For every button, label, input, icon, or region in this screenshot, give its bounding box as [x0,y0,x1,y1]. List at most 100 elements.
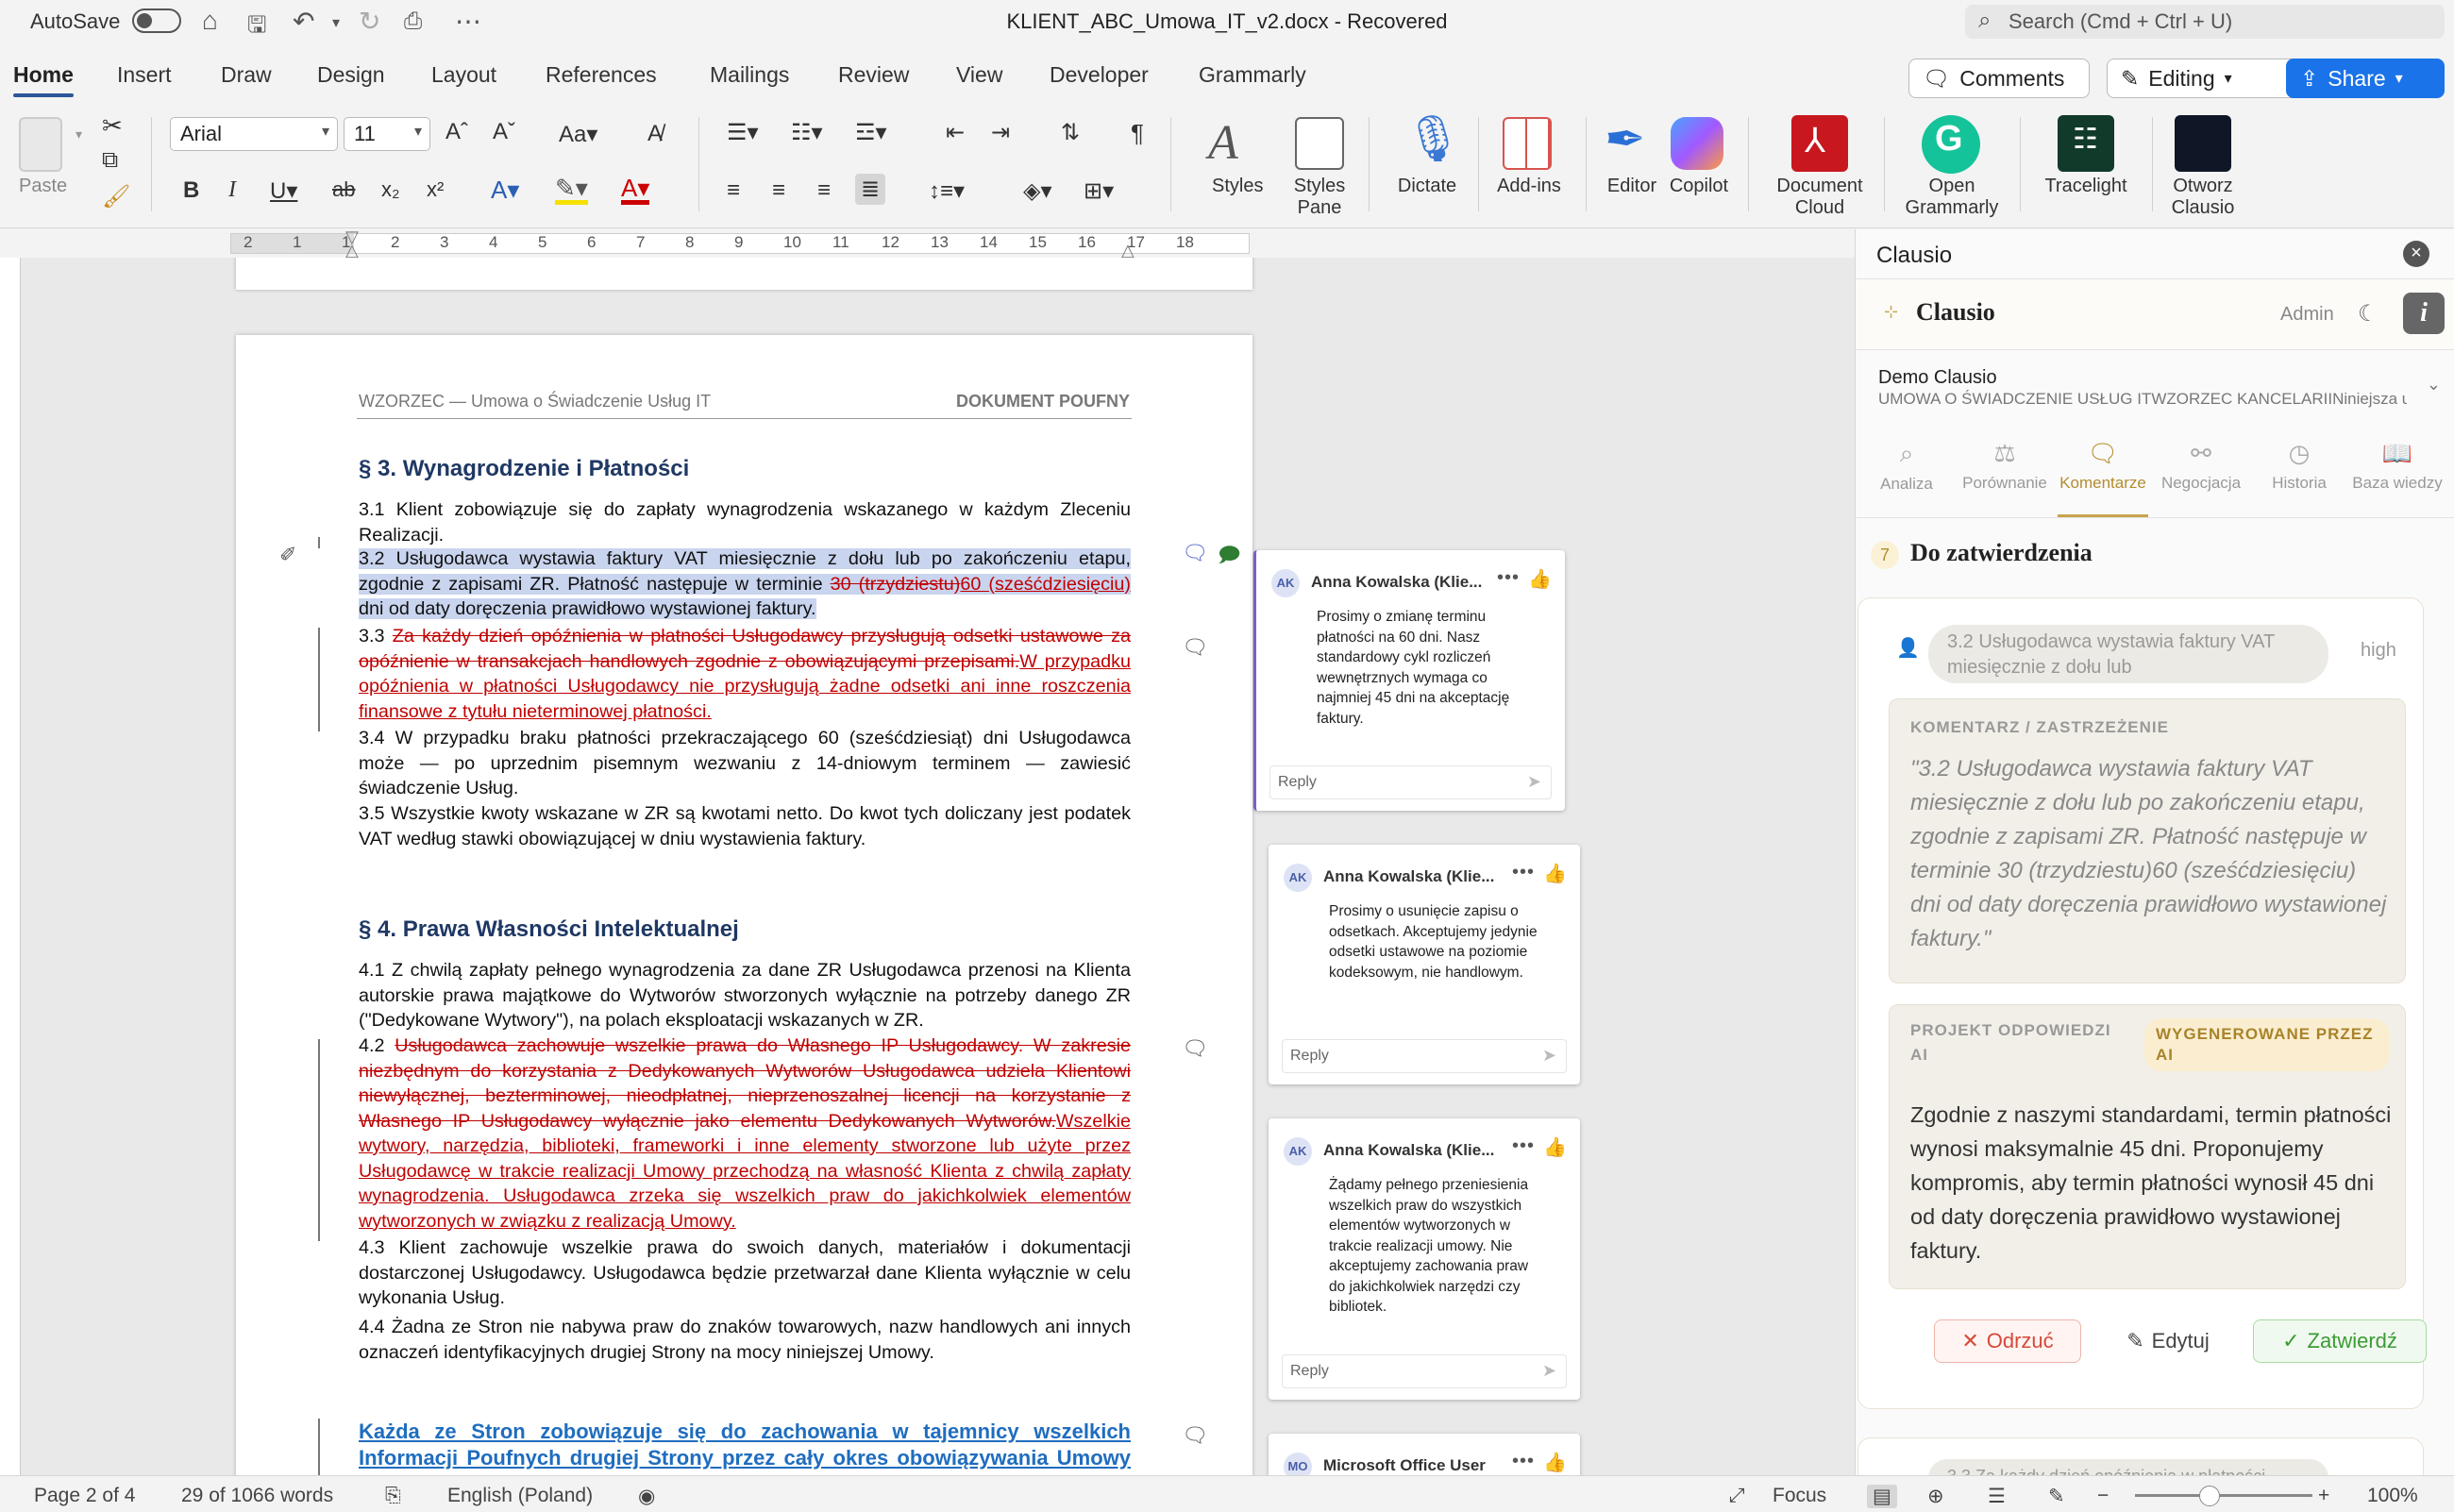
language[interactable]: English (Poland) [447,1485,593,1507]
send-icon[interactable]: ➤ [1542,1046,1556,1066]
like-icon[interactable]: 👍 [1543,862,1567,885]
outline-icon[interactable]: ☰ [1988,1485,2006,1508]
tab-review[interactable]: Review [838,62,909,88]
tab-historia[interactable]: ◷ Historia [2250,439,2348,493]
more-icon[interactable]: ••• [1497,567,1520,589]
word-count[interactable]: 29 of 1066 words [181,1485,333,1507]
reject-button[interactable]: ✕ Odrzuć [1934,1319,2081,1363]
comment-marker-icon[interactable]: 🗨 [1182,1423,1208,1448]
chevron-down-icon[interactable]: ⌄ [2427,375,2441,395]
zoom-slider-thumb[interactable] [2198,1486,2220,1506]
clause-4-1[interactable]: 4.1 Z chwilą zapłaty pełnego wynagrodzen… [359,958,1131,1033]
borders-icon[interactable]: ⊞▾ [1084,177,1114,205]
print-layout-icon[interactable]: ▤ [1867,1485,1897,1508]
comment-marker-icon[interactable]: 🗨 [1182,541,1208,565]
tab-baza-wiedzy[interactable]: 📖 Baza wiedzy [2348,439,2446,493]
redo-icon[interactable]: ↻ [359,6,380,37]
reply-field[interactable]: Reply ➤ [1269,765,1552,799]
tab-analiza[interactable]: ⌕ Analiza [1857,439,1956,494]
multilevel-list-icon[interactable]: ☲▾ [855,119,887,146]
comment-card[interactable]: AK Anna Kowalska (Klie... ••• 👍 Prosimy … [1269,845,1580,1084]
document-page[interactable]: WZORZEC — Umowa o Świadczenie Usług IT D… [236,335,1252,1475]
print-icon[interactable]: ⎙ [404,8,422,35]
align-right-icon[interactable]: ≡ [817,177,831,204]
undo-chevron-icon[interactable]: ▾ [332,13,340,32]
highlight-icon[interactable]: ✎▾ [555,176,588,205]
zoom-out-icon[interactable]: − [2097,1485,2109,1507]
clausio-app-icon[interactable] [2175,115,2231,172]
comment-card[interactable]: AK Anna Kowalska (Klie... ••• 👍 Żądamy p… [1269,1118,1580,1400]
accessibility-icon[interactable]: ◉ [638,1485,655,1508]
tab-view[interactable]: View [956,62,1002,88]
zoom-level[interactable]: 100% [2367,1485,2418,1507]
clause-3-2[interactable]: 3.2 Usługodawca wystawia faktury VAT mie… [359,546,1131,622]
decrease-indent-icon[interactable]: ⇤ [946,119,965,146]
paste-icon[interactable] [19,117,62,172]
edit-button[interactable]: ✎ Edytuj [2102,1319,2234,1363]
reply-field[interactable]: Reply ➤ [1282,1039,1567,1073]
microphone-icon[interactable]: 🎙 [1404,111,1462,165]
tab-home[interactable]: Home [13,62,74,97]
shading-icon[interactable]: ◈▾ [1023,177,1052,205]
like-icon[interactable]: 👍 [1528,567,1552,591]
focus-icon[interactable]: ⤢ [1729,1485,1745,1507]
subscript-icon[interactable]: x₂ [381,177,400,202]
addins-icon[interactable] [1503,117,1552,170]
share-button[interactable]: ⇪ Share ▾ [2286,59,2445,98]
strikethrough-icon[interactable]: ab [332,177,355,202]
tab-references[interactable]: References [546,62,657,88]
format-painter-icon[interactable]: 🖌 [102,183,130,210]
search-box[interactable]: ⌕ [1965,5,2445,39]
search-input[interactable] [2009,8,2424,35]
grow-font-icon[interactable]: Aˆ [445,119,468,145]
reply-field[interactable]: Reply ➤ [1282,1354,1567,1388]
web-layout-icon[interactable]: ⊕ [1927,1485,1944,1508]
cut-icon[interactable]: ✂ [102,111,123,141]
comment-card[interactable]: AK Anna Kowalska (Klie... ••• 👍 Prosimy … [1253,550,1565,811]
font-name-select[interactable]: Arial ▾ [170,117,338,151]
copilot-icon[interactable] [1671,117,1723,170]
comment-marker-icon[interactable]: 🗨 [1182,1036,1208,1061]
align-left-icon[interactable]: ≡ [727,177,740,204]
like-icon[interactable]: 👍 [1543,1135,1567,1159]
confidentiality-clause[interactable]: Każda ze Stron zobowiązuje się do zachow… [359,1419,1131,1475]
clause-3-5[interactable]: 3.5 Wszystkie kwoty wskazane w ZR są kwo… [359,801,1131,851]
bullets-icon[interactable]: ☰▾ [727,119,759,146]
editing-button[interactable]: ✎ Editing ▾ [2107,59,2309,98]
tab-grammarly[interactable]: Grammarly [1199,62,1306,88]
previous-page[interactable] [236,258,1252,290]
comments-button[interactable]: 🗨 Comments [1908,59,2090,98]
align-center-icon[interactable]: ≡ [772,177,785,204]
more-icon[interactable]: ••• [1512,1451,1535,1472]
vertical-ruler[interactable] [0,258,21,1475]
superscript-icon[interactable]: x² [427,177,444,202]
line-spacing-icon[interactable]: ↕≡▾ [929,177,965,205]
clause-4-4[interactable]: 4.4 Żadna ze Stron nie nabywa praw do zn… [359,1315,1131,1365]
tab-negocjacja[interactable]: ⚯ Negocjacja [2152,439,2250,493]
increase-indent-icon[interactable]: ⇥ [991,119,1010,146]
comment-marker-icon[interactable]: 🗩 [1218,539,1240,575]
proofing-icon[interactable]: ⎘ [385,1485,401,1507]
dark-mode-icon[interactable]: ☾ [2358,300,2378,328]
info-icon[interactable]: i [2403,293,2445,334]
autosave-toggle[interactable] [132,8,181,33]
comment-card[interactable]: MO Microsoft Office User ••• 👍 [1269,1434,1580,1475]
numbering-icon[interactable]: ☷▾ [791,119,823,146]
send-icon[interactable]: ➤ [1542,1361,1556,1381]
styles-icon[interactable]: A [1208,115,1238,171]
tab-developer[interactable]: Developer [1050,62,1149,88]
like-icon[interactable]: 👍 [1543,1451,1567,1474]
document-canvas[interactable]: WZORZEC — Umowa o Świadczenie Usług IT D… [21,258,1855,1475]
zoom-slider[interactable] [2135,1494,2312,1497]
clause-4-2[interactable]: 4.2 Usługodawca zachowuje wszelkie prawa… [359,1033,1131,1234]
project-name[interactable]: Demo Clausio [1878,367,1997,389]
copy-icon[interactable]: ⧉ [102,147,118,174]
tab-komentarze[interactable]: 🗨 Komentarze [2054,439,2152,517]
show-formatting-icon[interactable]: ¶ [1131,119,1144,148]
page-count[interactable]: Page 2 of 4 [34,1485,135,1507]
tab-layout[interactable]: Layout [431,62,496,88]
clear-formatting-icon[interactable]: A̸ [647,121,663,147]
text-effects-icon[interactable]: A▾ [491,176,519,205]
ai-response-text[interactable]: Zgodnie z naszymi standardami, termin pł… [1910,1098,2392,1268]
clause-3-4[interactable]: 3.4 W przypadku braku płatności przekrac… [359,726,1131,801]
